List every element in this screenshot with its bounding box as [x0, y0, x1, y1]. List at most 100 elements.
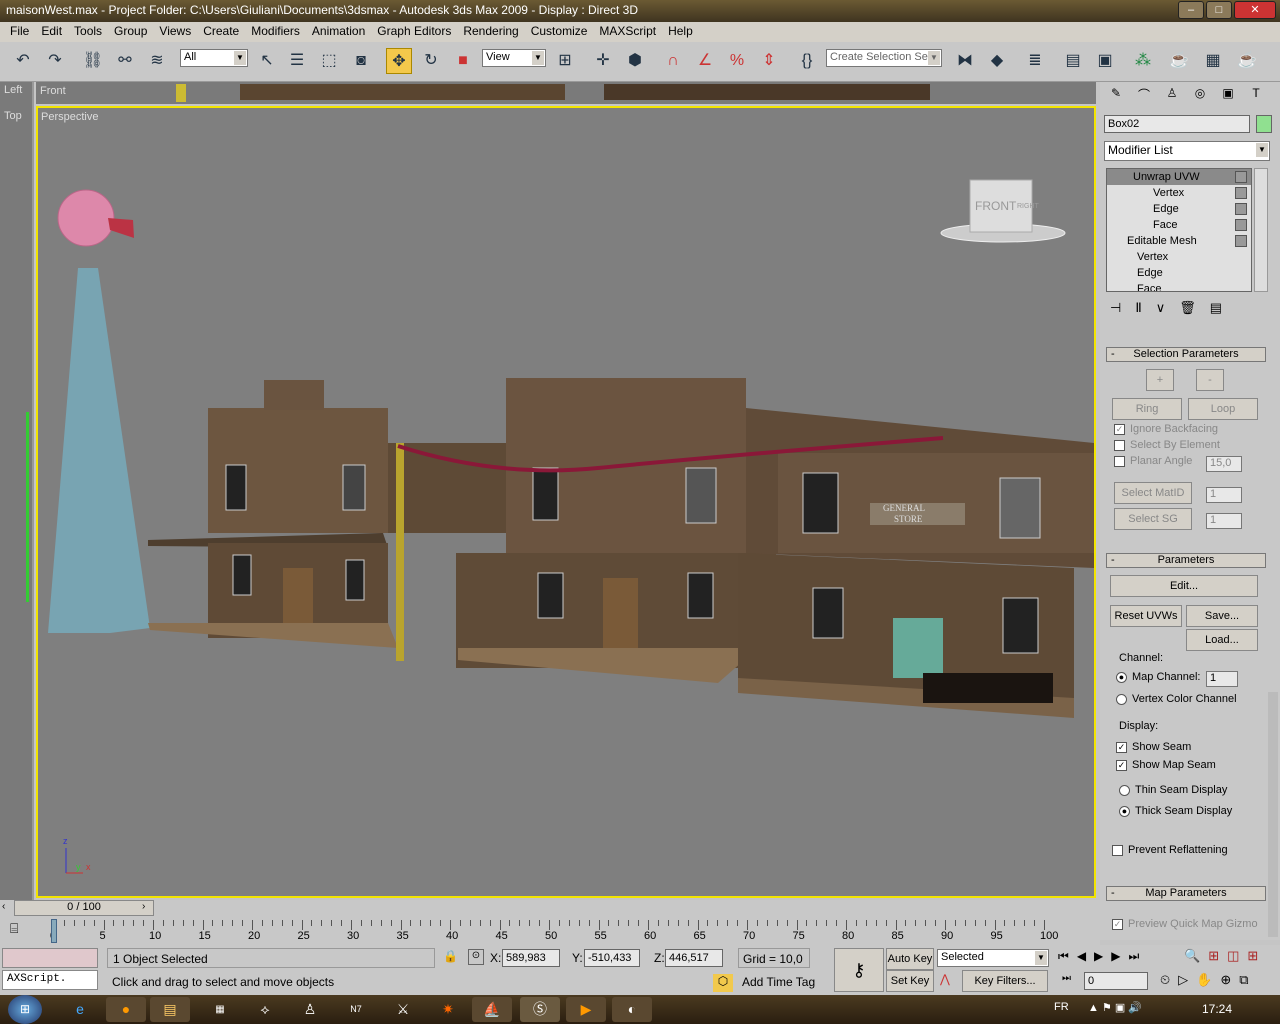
- ignore-backfacing-checkbox[interactable]: ✓ Ignore Backfacing: [1114, 423, 1218, 435]
- save-button[interactable]: Save...: [1186, 605, 1258, 627]
- undo-icon[interactable]: ↶: [10, 48, 36, 74]
- configure-modifier-sets-icon[interactable]: ▤: [1210, 300, 1222, 316]
- viewport-front-label[interactable]: Front: [40, 85, 66, 97]
- menu-animation[interactable]: Animation: [306, 22, 371, 42]
- viewport-top-label[interactable]: Top: [4, 110, 22, 122]
- menu-file[interactable]: File: [4, 22, 35, 42]
- prevent-reflattening-checkbox[interactable]: Prevent Reflattening: [1112, 844, 1228, 856]
- menu-maxscript[interactable]: MAXScript: [593, 22, 662, 42]
- loop-button[interactable]: Loop: [1188, 398, 1258, 420]
- tray-icons[interactable]: ▲ ⚑ ▣ 🔊: [1088, 1001, 1142, 1014]
- create-tab-icon[interactable]: ✎: [1104, 86, 1128, 108]
- utilities-tab-icon[interactable]: T: [1244, 86, 1268, 108]
- map-channel-spinner[interactable]: 1: [1206, 671, 1238, 687]
- stack-item-face[interactable]: Face: [1107, 217, 1251, 233]
- go-to-end-icon[interactable]: ⏭: [1129, 949, 1140, 964]
- spinner-snap-icon[interactable]: ⇕: [756, 48, 782, 74]
- edit-uvw-button[interactable]: Edit...: [1110, 575, 1258, 597]
- modifier-stack[interactable]: Unwrap UVW Vertex Edge Face Editable Mes…: [1106, 168, 1252, 292]
- sg-spinner[interactable]: 1: [1206, 513, 1242, 529]
- menu-views[interactable]: Views: [153, 22, 197, 42]
- selection-parameters-rollout[interactable]: - Selection Parameters: [1106, 347, 1266, 362]
- percent-snap-icon[interactable]: %: [724, 48, 750, 74]
- planar-angle-spinner[interactable]: 15,0: [1206, 456, 1242, 472]
- time-slider[interactable]: 0 / 100: [14, 900, 154, 916]
- link-icon[interactable]: ⛓: [80, 48, 106, 74]
- app-icon[interactable]: ♙: [290, 997, 330, 1022]
- set-key-big-button[interactable]: ⚷: [834, 948, 884, 992]
- current-frame-field[interactable]: 0: [1084, 972, 1148, 990]
- app-icon[interactable]: ⟡: [245, 997, 285, 1022]
- stack-item-edge[interactable]: Edge: [1107, 201, 1251, 217]
- stack-item-unwrap-uvw[interactable]: Unwrap UVW: [1107, 169, 1251, 185]
- z-coordinate-field[interactable]: 446,517: [665, 949, 723, 967]
- viewport-front[interactable]: Front: [36, 82, 1096, 104]
- y-coordinate-field[interactable]: -510,433: [584, 949, 640, 967]
- map-parameters-rollout[interactable]: - Map Parameters: [1106, 886, 1266, 901]
- material-editor-icon[interactable]: ⁂: [1130, 48, 1156, 74]
- rotate-icon[interactable]: ↻: [418, 48, 444, 74]
- stack-item-face[interactable]: Face: [1107, 281, 1251, 291]
- key-filters-button[interactable]: Key Filters...: [962, 970, 1048, 992]
- firefox-icon[interactable]: ●: [106, 997, 146, 1022]
- x-coordinate-field[interactable]: 589,983: [502, 949, 560, 967]
- select-by-name-icon[interactable]: ☰: [284, 48, 310, 74]
- mirror-icon[interactable]: ⧓: [952, 48, 978, 74]
- menu-customize[interactable]: Customize: [525, 22, 594, 42]
- menu-help[interactable]: Help: [662, 22, 699, 42]
- shrink-selection-button[interactable]: -: [1196, 369, 1224, 391]
- stack-item-edge[interactable]: Edge: [1107, 265, 1251, 281]
- play-icon[interactable]: ▶: [1094, 949, 1103, 964]
- modify-tab-icon[interactable]: ⌒: [1132, 86, 1156, 108]
- track-bar[interactable]: ⌸ 05101520253035404550556065707580859095…: [0, 916, 1100, 946]
- select-sg-button[interactable]: Select SG: [1114, 508, 1192, 530]
- key-mode-toggle-icon[interactable]: ⏭: [1062, 973, 1071, 984]
- app-icon[interactable]: ✷: [428, 997, 468, 1022]
- next-frame-icon[interactable]: ▶: [1111, 949, 1120, 964]
- zoom-extents-all-icon[interactable]: ⊞: [1247, 948, 1258, 964]
- selection-lock-icon[interactable]: 🔒: [443, 949, 458, 963]
- maxscript-listener-output[interactable]: [2, 948, 98, 968]
- language-indicator[interactable]: FR: [1054, 1001, 1069, 1013]
- load-button[interactable]: Load...: [1186, 629, 1258, 651]
- motion-tab-icon[interactable]: ◎: [1188, 86, 1212, 108]
- grow-selection-button[interactable]: +: [1146, 369, 1174, 391]
- bind-space-warp-icon[interactable]: ≋: [144, 48, 170, 74]
- key-mode-dropdown[interactable]: Selected: [937, 949, 1049, 967]
- parameters-rollout[interactable]: - Parameters: [1106, 553, 1266, 568]
- render-setup-icon[interactable]: ☕: [1166, 48, 1192, 74]
- reset-uvws-button[interactable]: Reset UVWs: [1110, 605, 1182, 627]
- time-tag-icon[interactable]: ⬡: [713, 974, 733, 992]
- modifier-list-dropdown[interactable]: Modifier List: [1104, 141, 1270, 161]
- stack-item-editable-mesh[interactable]: Editable Mesh: [1107, 233, 1251, 249]
- pivot-icon[interactable]: ⊞: [552, 48, 578, 74]
- pin-stack-icon[interactable]: ⊣: [1110, 300, 1121, 316]
- map-channel-radio[interactable]: ● Map Channel:: [1116, 671, 1201, 683]
- display-tab-icon[interactable]: ▣: [1216, 86, 1240, 108]
- app-icon[interactable]: ◐: [612, 997, 652, 1022]
- viewport-left-label[interactable]: Left: [4, 84, 22, 96]
- object-color-swatch[interactable]: [1256, 115, 1272, 133]
- render-icon[interactable]: ☕: [1234, 48, 1260, 74]
- snap-toggle-icon[interactable]: ∩: [660, 48, 686, 74]
- start-button[interactable]: ⊞: [8, 995, 42, 1024]
- schematic-view-icon[interactable]: ▣: [1092, 48, 1118, 74]
- clock[interactable]: 17:24: [1202, 1002, 1232, 1016]
- planar-angle-checkbox[interactable]: Planar Angle: [1114, 455, 1192, 467]
- add-time-tag[interactable]: Add Time Tag: [738, 973, 826, 991]
- show-seam-checkbox[interactable]: ✓ Show Seam: [1116, 741, 1191, 753]
- app-icon[interactable]: ▦: [200, 997, 240, 1022]
- media-player-icon[interactable]: ▶: [566, 997, 606, 1022]
- menu-edit[interactable]: Edit: [35, 22, 68, 42]
- menu-group[interactable]: Group: [108, 22, 153, 42]
- current-frame-marker[interactable]: [51, 919, 57, 943]
- set-key-button[interactable]: Set Key: [886, 970, 934, 992]
- stack-item-vertex[interactable]: Vertex: [1107, 249, 1251, 265]
- minimize-button[interactable]: –: [1178, 1, 1204, 19]
- zoom-extents-icon[interactable]: ◫: [1227, 948, 1239, 964]
- show-end-result-icon[interactable]: Ⅱ: [1135, 300, 1141, 316]
- app-icon[interactable]: N7: [336, 997, 376, 1022]
- app-icon[interactable]: ⛵: [472, 997, 512, 1022]
- window-crossing-icon[interactable]: ◙: [348, 48, 374, 74]
- key-tangent-icon[interactable]: ⋀: [940, 972, 950, 986]
